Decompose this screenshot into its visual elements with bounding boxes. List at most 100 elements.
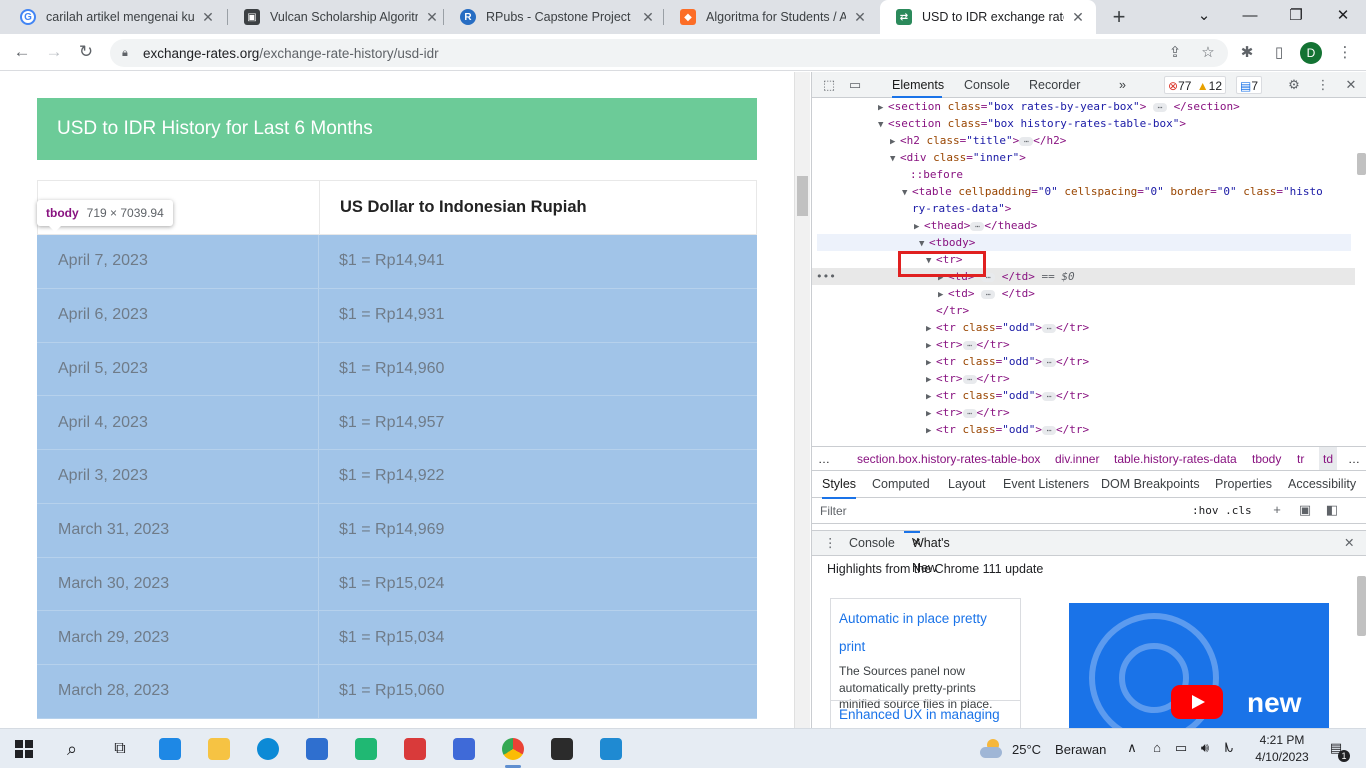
close-tab-icon[interactable]: ✕ <box>1070 9 1086 26</box>
browser-tab-google[interactable]: G carilah artikel mengenai kurs ✕ <box>4 0 226 34</box>
dom-node[interactable]: ▶ <tr class="odd"> ⋯ </tr> <box>812 353 1355 370</box>
tab-accessibility[interactable]: Accessibility <box>1288 472 1356 497</box>
edge-icon[interactable] <box>254 735 282 763</box>
side-panel-icon[interactable]: ▯ <box>1268 42 1290 64</box>
device-toolbar-icon[interactable]: ▭ <box>846 76 864 94</box>
mail-icon[interactable] <box>303 735 331 763</box>
whats-new-scrollbar[interactable] <box>1355 556 1366 728</box>
tab-styles[interactable]: Styles <box>822 472 857 499</box>
network-icon[interactable]: ⌂ <box>1149 740 1165 756</box>
drawer-menu-icon[interactable]: ⋮ <box>824 531 837 556</box>
more-tabs-icon[interactable]: » <box>1119 72 1126 98</box>
feature-link[interactable]: Enhanced UX in managing <box>839 707 1000 722</box>
whats-new-video-thumbnail[interactable]: new <box>1069 603 1329 728</box>
tab-properties[interactable]: Properties <box>1215 472 1272 497</box>
tab-layout[interactable]: Layout <box>948 472 986 497</box>
drawer-tab-whats-new[interactable]: What's New ✕ <box>904 531 950 575</box>
dom-node[interactable]: ▶ <tr> ⋯ </tr> <box>812 404 1355 421</box>
dom-node[interactable]: ▶ <tr class="odd"> ⋯ </tr> <box>812 319 1355 336</box>
store-icon[interactable] <box>156 735 184 763</box>
browser-tab-vulcan[interactable]: ▣ Vulcan Scholarship Algoritma ✕ <box>228 0 450 34</box>
media-app-icon[interactable] <box>352 735 380 763</box>
close-drawer-icon[interactable]: ✕ <box>1344 531 1354 556</box>
breadcrumb-item-active[interactable]: td <box>1319 447 1338 470</box>
toggle-sidebar-icon[interactable]: ◧ <box>1324 502 1340 518</box>
close-tab-icon[interactable]: ✕ <box>424 9 440 26</box>
terminal-icon[interactable] <box>548 735 576 763</box>
play-video-icon[interactable] <box>1171 685 1223 719</box>
profile-avatar[interactable]: D <box>1300 42 1322 64</box>
restore-icon[interactable]: ❐ <box>1273 0 1319 34</box>
dom-node[interactable]: ▶ <tr> ⋯ </tr> <box>812 370 1355 387</box>
dom-node[interactable]: ::before <box>812 166 1355 183</box>
breadcrumb-item[interactable]: section.box.history-rates-table-box <box>857 447 1040 470</box>
tab-computed[interactable]: Computed <box>872 472 930 497</box>
windows-start-icon[interactable] <box>10 735 38 763</box>
settings-gear-icon[interactable]: ⚙ <box>1285 76 1303 94</box>
system-clock[interactable]: 4:21 PM 4/10/2023 <box>1252 732 1312 766</box>
new-tab-icon[interactable]: + <box>1108 4 1130 30</box>
issues-counter[interactable]: ⊗77 ▲12 <box>1164 76 1227 94</box>
dom-node[interactable]: ▶ <h2 class="title"> ⋯ </h2> <box>812 132 1355 149</box>
browser-tab-rpubs[interactable]: R RPubs - Capstone Project Dat ✕ <box>444 0 666 34</box>
messages-counter[interactable]: ▤7 <box>1236 76 1263 94</box>
browser-tab-gitlab[interactable]: ◆ Algoritma for Students / Aca ✕ <box>664 0 878 34</box>
dom-node[interactable]: ▶ <thead> ⋯ </thead> <box>812 217 1355 234</box>
game-app-icon[interactable] <box>450 735 478 763</box>
vscode-icon[interactable] <box>597 735 625 763</box>
add-rule-icon[interactable]: + <box>1269 502 1285 518</box>
address-bar[interactable]: 🔒︎ exchange-rates.org/exchange-rate-hist… <box>110 39 1228 67</box>
file-explorer-icon[interactable] <box>205 735 233 763</box>
close-devtools-icon[interactable]: ✕ <box>1342 76 1360 94</box>
search-icon[interactable]: ⌕ <box>58 735 86 763</box>
snip-tool-icon[interactable] <box>401 735 429 763</box>
dom-node[interactable]: </tr> <box>812 302 1355 319</box>
breadcrumb-overflow[interactable]: … <box>818 447 830 470</box>
volume-icon[interactable]: 🔊︎ <box>1197 740 1213 756</box>
breadcrumb-item[interactable]: tbody <box>1252 447 1281 470</box>
dom-node[interactable]: ▼ <tr> <box>812 251 1355 268</box>
breadcrumb-item[interactable]: table.history-rates-data <box>1114 447 1237 470</box>
dom-scrollbar[interactable] <box>1355 98 1366 443</box>
feature-link[interactable]: print <box>839 633 1012 661</box>
browser-tab-usd-idr[interactable]: ⇄ USD to IDR exchange rate his ✕ <box>880 0 1096 34</box>
close-tab-icon[interactable]: ✕ <box>852 9 868 26</box>
dom-node[interactable]: ▼ <table cellpadding="0" cellspacing="0" … <box>812 183 1355 200</box>
dom-node[interactable]: ▶ <tr class="odd"> ⋯ </tr> <box>812 387 1355 404</box>
breadcrumb-item[interactable]: div.inner <box>1055 447 1099 470</box>
task-view-icon[interactable]: ⧉ <box>106 735 134 763</box>
battery-icon[interactable]: ▭ <box>1173 740 1189 756</box>
hov-cls-toggle[interactable]: :hov .cls <box>1192 504 1252 517</box>
dom-node-tbody[interactable]: ▼ <tbody> <box>817 234 1351 251</box>
styles-filter-input[interactable]: Filter <box>820 504 847 518</box>
dom-node[interactable]: ▶ <tr class="odd"> ⋯ </tr> <box>812 421 1355 438</box>
dom-node[interactable]: ▶ <section class="box rates-by-year-box">… <box>812 98 1355 115</box>
dom-node[interactable]: ry-rates-data"> <box>812 200 1355 217</box>
page-scroll-thumb[interactable] <box>797 176 808 216</box>
reload-icon[interactable]: ↻ <box>74 40 98 64</box>
feature-link[interactable]: Automatic in place pretty <box>839 605 1012 633</box>
drawer-tab-console[interactable]: Console <box>849 531 895 556</box>
bookmark-star-icon[interactable]: ☆ <box>1197 42 1219 64</box>
menu-kebab-icon[interactable]: ⋮ <box>1334 42 1356 64</box>
inspect-element-icon[interactable]: ⬚ <box>820 76 838 94</box>
minimize-icon[interactable]: — <box>1227 0 1273 34</box>
tab-elements[interactable]: Elements <box>892 72 944 98</box>
paint-icon[interactable]: ▣ <box>1297 502 1313 518</box>
tab-dom-breakpoints[interactable]: DOM Breakpoints <box>1101 472 1200 497</box>
tab-recorder[interactable]: Recorder <box>1029 72 1080 98</box>
share-icon[interactable]: ⇪ <box>1164 42 1186 64</box>
extensions-icon[interactable]: ✱ <box>1236 42 1258 64</box>
close-tab-icon[interactable]: ✕ <box>200 9 216 26</box>
dom-node[interactable]: ▼ <section class="box history-rates-table… <box>812 115 1355 132</box>
weather-widget[interactable]: 25°C Berawan <box>980 729 1106 768</box>
breadcrumb-overflow-right[interactable]: … <box>1348 447 1360 470</box>
notifications-icon[interactable]: ▤ 1 <box>1326 740 1350 762</box>
dom-node[interactable]: ▼ <div class="inner"> <box>812 149 1355 166</box>
show-hidden-icons-icon[interactable]: ∧ <box>1124 740 1140 756</box>
close-tab-icon[interactable]: ✕ <box>912 531 921 556</box>
devtools-menu-icon[interactable]: ⋮ <box>1314 76 1332 94</box>
dom-node[interactable]: ▶ <td> ⋯ </td> <box>812 285 1355 302</box>
tab-search-icon[interactable]: ⌄ <box>1181 0 1227 34</box>
language-icon[interactable]: ᗃ <box>1221 740 1237 756</box>
